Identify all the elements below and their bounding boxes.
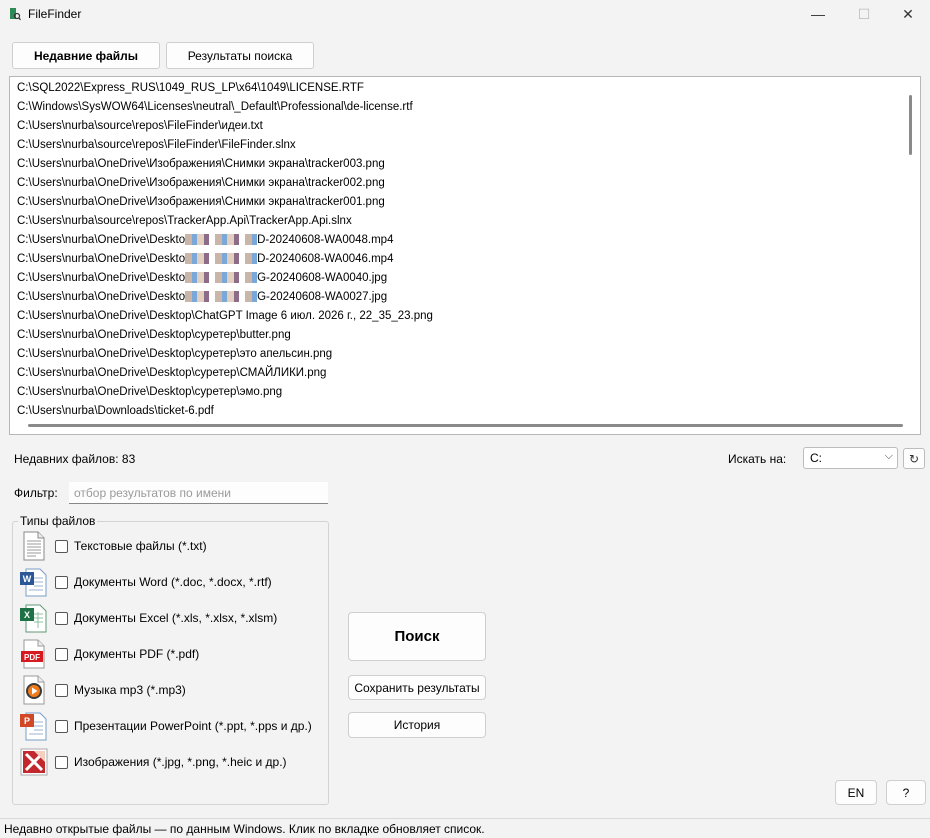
redacted-segment — [185, 291, 258, 303]
filter-label: Фильтр: — [14, 486, 58, 500]
file-type-label: Презентации PowerPoint (*.ppt, *.pps и д… — [74, 719, 312, 733]
recent-count-label: Недавних файлов: 83 — [14, 452, 136, 466]
file-type-images[interactable]: Изображения (*.jpg, *.png, *.heic и др.) — [18, 745, 323, 779]
file-list-row[interactable]: C:\Users\nurba\OneDrive\Изображения\Сним… — [17, 174, 897, 193]
file-type-excel[interactable]: X Документы Excel (*.xls, *.xlsx, *.xlsm… — [18, 601, 323, 635]
redacted-segment — [185, 272, 258, 284]
text-files-checkbox[interactable] — [55, 540, 68, 553]
file-path-start: C:\Users\nurba\OneDrive\Deskto — [17, 234, 186, 246]
help-button[interactable]: ? — [886, 780, 926, 805]
language-button[interactable]: EN — [835, 780, 877, 805]
mp3-files-checkbox[interactable] — [55, 684, 68, 697]
history-button[interactable]: История — [348, 712, 486, 738]
file-list-row[interactable]: C:\Users\nurba\OneDrive\Deskto D-20240608… — [17, 250, 897, 269]
excel-files-checkbox[interactable] — [55, 612, 68, 625]
file-list-row[interactable]: C:\Users\nurba\OneDrive\Desktop\суретер\… — [17, 326, 897, 345]
save-results-button[interactable]: Сохранить результаты — [348, 675, 486, 700]
powerpoint-files-checkbox[interactable] — [55, 720, 68, 733]
file-list-row[interactable]: C:\Users\nurba\OneDrive\Deskto D-20240608… — [17, 231, 897, 250]
close-button[interactable]: ✕ — [886, 0, 930, 28]
file-type-label: Документы PDF (*.pdf) — [74, 647, 200, 661]
file-path-end: G-20240608-WA0027.jpg — [257, 291, 388, 303]
status-bar: Недавно открытые файлы — по данным Windo… — [0, 818, 930, 838]
file-list-row[interactable]: C:\Users\nurba\source\repos\TrackerApp.A… — [17, 212, 897, 231]
file-type-label: Документы Excel (*.xls, *.xlsx, *.xlsm) — [74, 611, 278, 625]
audio-file-icon — [23, 675, 45, 705]
title-bar — [0, 0, 930, 28]
file-path-start: C:\Users\nurba\OneDrive\Deskto — [17, 272, 186, 284]
window-title: FileFinder — [28, 7, 82, 21]
redacted-segment — [185, 253, 258, 265]
file-list-row[interactable]: C:\Users\nurba\Downloads\ticket-6.pdf — [17, 402, 897, 421]
status-text: Недавно открытые файлы — по данным Windo… — [4, 822, 485, 836]
file-list-row[interactable]: C:\SQL2022\Express_RUS\1049_RUS_LP\x64\1… — [17, 79, 897, 98]
file-type-text[interactable]: Текстовые файлы (*.txt) — [18, 529, 323, 563]
vertical-scrollbar[interactable] — [909, 95, 912, 155]
file-type-powerpoint[interactable]: P Презентации PowerPoint (*.ppt, *.pps и… — [18, 709, 323, 743]
drive-select-value: C: — [810, 451, 822, 465]
file-type-word[interactable]: W Документы Word (*.doc, *.docx, *.rtf) — [18, 565, 323, 599]
word-icon-letter: W — [23, 574, 32, 584]
tab-recent-files[interactable]: Недавние файлы — [12, 42, 160, 69]
file-type-pdf[interactable]: PDF Документы PDF (*.pdf) — [18, 637, 323, 671]
pdf-files-checkbox[interactable] — [55, 648, 68, 661]
file-type-mp3[interactable]: Музыка mp3 (*.mp3) — [18, 673, 323, 707]
file-path-end: D-20240608-WA0048.mp4 — [257, 234, 394, 246]
powerpoint-icon-letter: P — [24, 716, 30, 726]
pdf-icon-letter: PDF — [24, 653, 40, 662]
file-type-label: Документы Word (*.doc, *.docx, *.rtf) — [74, 575, 272, 589]
file-list-row[interactable]: C:\Users\nurba\source\repos\FileFinder\F… — [17, 136, 897, 155]
file-type-label: Текстовые файлы (*.txt) — [74, 539, 207, 553]
file-path-end: D-20240608-WA0046.mp4 — [257, 253, 394, 265]
redacted-segment — [185, 234, 258, 246]
file-type-label: Музыка mp3 (*.mp3) — [74, 683, 186, 697]
file-list-row[interactable]: C:\Users\nurba\OneDrive\Desktop\ChatGPT … — [17, 307, 897, 326]
file-list-row[interactable]: C:\Users\nurba\OneDrive\Desktop\суретер\… — [17, 383, 897, 402]
file-path-start: C:\Users\nurba\OneDrive\Deskto — [17, 291, 186, 303]
drive-select[interactable]: C: ⌵ — [803, 447, 898, 469]
search-button[interactable]: Поиск — [348, 612, 486, 661]
excel-file-icon: X — [20, 604, 47, 633]
word-file-icon: W — [20, 568, 47, 597]
file-type-label: Изображения (*.jpg, *.png, *.heic и др.) — [74, 755, 287, 769]
file-path-start: C:\Users\nurba\OneDrive\Deskto — [17, 253, 186, 265]
file-types-title: Типы файлов — [18, 514, 98, 528]
excel-icon-letter: X — [24, 610, 30, 620]
refresh-drives-button[interactable]: ↻ — [903, 448, 925, 469]
word-files-checkbox[interactable] — [55, 576, 68, 589]
horizontal-scrollbar[interactable] — [28, 424, 903, 427]
pdf-file-icon: PDF — [21, 639, 45, 669]
app-icon — [10, 8, 21, 21]
chevron-down-icon: ⌵ — [884, 450, 893, 462]
search-on-label: Искать на: — [728, 452, 787, 466]
image-file-icon — [20, 748, 48, 776]
image-files-checkbox[interactable] — [55, 756, 68, 769]
powerpoint-file-icon: P — [20, 712, 47, 741]
recent-files-list[interactable]: C:\SQL2022\Express_RUS\1049_RUS_LP\x64\1… — [9, 76, 921, 435]
file-path-end: G-20240608-WA0040.jpg — [257, 272, 388, 284]
maximize-button[interactable]: ☐ — [842, 0, 886, 28]
file-list-row[interactable]: C:\Users\nurba\source\repos\FileFinder\и… — [17, 117, 897, 136]
file-list-row[interactable]: C:\Windows\SysWOW64\Licenses\neutral\_De… — [17, 98, 897, 117]
text-file-icon — [23, 531, 45, 561]
file-list-row[interactable]: C:\Users\nurba\OneDrive\Desktop\суретер\… — [17, 364, 897, 383]
file-list-row[interactable]: C:\Users\nurba\OneDrive\Desktop\суретер\… — [17, 345, 897, 364]
filter-input[interactable] — [69, 482, 328, 504]
file-list-row[interactable]: C:\Users\nurba\OneDrive\Изображения\Сним… — [17, 155, 897, 174]
minimize-button[interactable]: — — [796, 0, 840, 28]
tab-search-results[interactable]: Результаты поиска — [166, 42, 314, 69]
file-list-row[interactable]: C:\Users\nurba\OneDrive\Изображения\Сним… — [17, 193, 897, 212]
file-list-row[interactable]: C:\Users\nurba\OneDrive\Deskto G-20240608… — [17, 288, 897, 307]
file-list-row[interactable]: C:\Users\nurba\OneDrive\Deskto G-20240608… — [17, 269, 897, 288]
